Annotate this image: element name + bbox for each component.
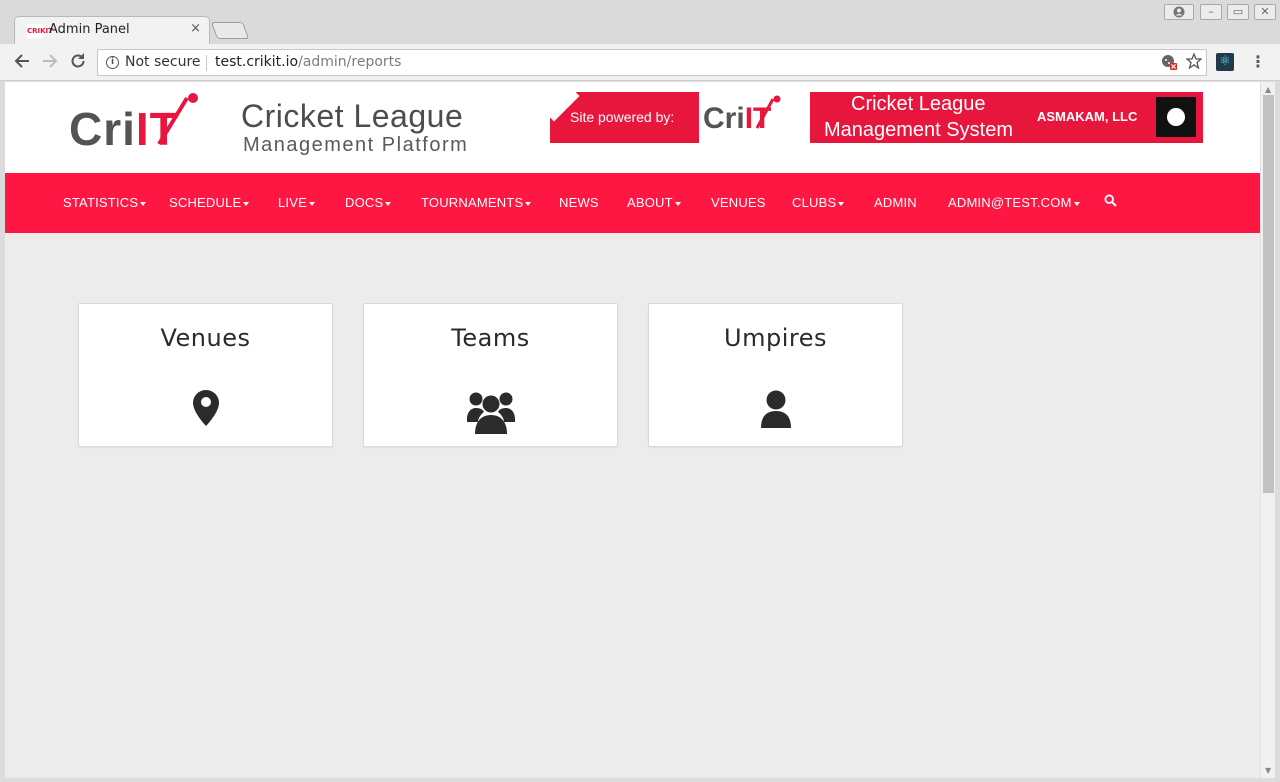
- caret-down-icon: [674, 201, 681, 206]
- card-umpires[interactable]: Umpires: [648, 303, 903, 447]
- menu-icon[interactable]: ⋮: [1250, 52, 1266, 71]
- scroll-up-icon[interactable]: ▲: [1265, 85, 1271, 94]
- card-title: Teams: [451, 324, 530, 352]
- logo-subtitle: Management Platform: [243, 134, 469, 156]
- nav-admin[interactable]: ADMIN: [874, 195, 917, 210]
- caret-down-icon: [838, 201, 845, 206]
- chip-icon: [1156, 97, 1196, 137]
- site-header: CriIT Cricket League Management Platform…: [5, 82, 1260, 173]
- caret-down-icon: [308, 201, 315, 206]
- caret-down-icon: [140, 201, 147, 206]
- card-title: Venues: [160, 324, 251, 352]
- banner-line2: Management System: [824, 119, 1013, 141]
- forward-icon[interactable]: [40, 52, 60, 72]
- users-icon: [466, 392, 515, 434]
- scroll-down-icon[interactable]: ▼: [1265, 766, 1271, 775]
- caret-down-icon: [385, 201, 392, 206]
- map-marker-icon: [192, 390, 219, 426]
- nav-statistics[interactable]: STATISTICS: [63, 195, 147, 210]
- nav-live[interactable]: LIVE: [278, 195, 315, 210]
- main-navbar: STATISTICS SCHEDULE LIVE DOCS TOURNAMENT…: [5, 173, 1260, 233]
- address-bar[interactable]: i Not secure test.crikit.io/admin/report…: [97, 49, 1207, 76]
- react-devtools-icon[interactable]: ⚛: [1216, 53, 1234, 71]
- maximize-icon[interactable]: ▭: [1227, 4, 1249, 20]
- banner-bat-icon: [755, 95, 781, 129]
- url-host: test.crikit.io: [215, 54, 299, 70]
- nav-venues[interactable]: VENUES: [711, 195, 766, 210]
- tab-close-icon[interactable]: ×: [190, 21, 201, 36]
- banner-powered-text: Site powered by:: [570, 109, 675, 125]
- nav-news[interactable]: NEWS: [559, 195, 599, 210]
- page-viewport: CriIT Cricket League Management Platform…: [5, 82, 1260, 778]
- nav-about[interactable]: ABOUT: [627, 195, 681, 210]
- caret-down-icon: [525, 201, 532, 206]
- url-text[interactable]: test.crikit.io/admin/reports: [215, 54, 401, 70]
- browser-tabstrip: CRIKIT Admin Panel × – ▭ ✕: [0, 0, 1280, 44]
- banner-line1: Cricket League: [851, 93, 986, 115]
- page-scrollbar[interactable]: ▲ ▼: [1260, 82, 1275, 778]
- site-logo[interactable]: CriIT Cricket League Management Platform: [69, 92, 489, 158]
- url-path: /admin/reports: [298, 54, 402, 70]
- caret-down-icon: [1073, 201, 1080, 206]
- caret-down-icon: [243, 201, 250, 206]
- search-icon[interactable]: [1104, 192, 1118, 208]
- url-divider: [206, 55, 207, 71]
- browser-tab[interactable]: CRIKIT Admin Panel ×: [14, 16, 210, 44]
- banner-company: ASMAKAM, LLC: [1037, 109, 1138, 124]
- powered-by-banner[interactable]: Site powered by: CriIT Cricket League Ma…: [550, 92, 1203, 143]
- logo-title: Cricket League: [241, 98, 464, 134]
- banner-left: Site powered by:: [550, 92, 699, 143]
- card-title: Umpires: [724, 324, 827, 352]
- nav-schedule[interactable]: SCHEDULE: [169, 195, 250, 210]
- banner-right: Cricket League Management System ASMAKAM…: [810, 92, 1203, 143]
- user-icon: [760, 390, 791, 428]
- new-tab-button[interactable]: [210, 22, 250, 39]
- crikit-favicon-icon: CRIKIT: [27, 24, 53, 38]
- nav-docs[interactable]: DOCS: [345, 195, 392, 210]
- security-label: Not secure: [125, 54, 201, 70]
- card-teams[interactable]: Teams: [363, 303, 618, 447]
- close-icon[interactable]: ✕: [1254, 4, 1276, 20]
- nav-tournaments[interactable]: TOURNAMENTS: [421, 195, 532, 210]
- reload-icon[interactable]: [68, 52, 88, 72]
- banner-logo: CriIT: [699, 92, 809, 143]
- minimize-icon[interactable]: –: [1200, 4, 1222, 20]
- nav-clubs[interactable]: CLUBS: [792, 195, 845, 210]
- info-icon[interactable]: i: [106, 56, 119, 69]
- back-icon[interactable]: [12, 52, 32, 72]
- star-icon[interactable]: [1185, 52, 1203, 73]
- tab-title: Admin Panel: [49, 22, 130, 37]
- card-venues[interactable]: Venues: [78, 303, 333, 447]
- logo-bat-icon: [157, 93, 198, 146]
- profile-icon[interactable]: [1164, 4, 1194, 20]
- nav-user-account[interactable]: ADMIN@TEST.COM: [948, 195, 1080, 210]
- blocked-cookie-icon[interactable]: [1161, 54, 1177, 74]
- browser-toolbar: i Not secure test.crikit.io/admin/report…: [0, 44, 1280, 81]
- scroll-thumb[interactable]: [1263, 95, 1274, 493]
